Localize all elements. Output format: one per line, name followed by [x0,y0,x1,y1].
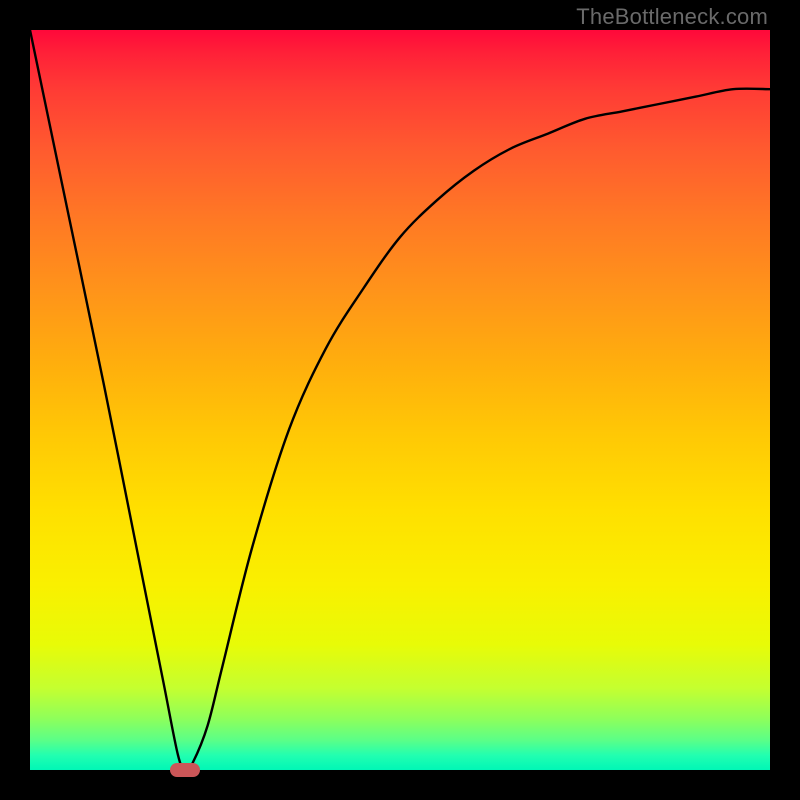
bottleneck-curve [30,30,770,770]
minimum-marker [170,763,200,777]
watermark-text: TheBottleneck.com [576,4,768,30]
plot-area [30,30,770,770]
chart-frame: TheBottleneck.com [0,0,800,800]
